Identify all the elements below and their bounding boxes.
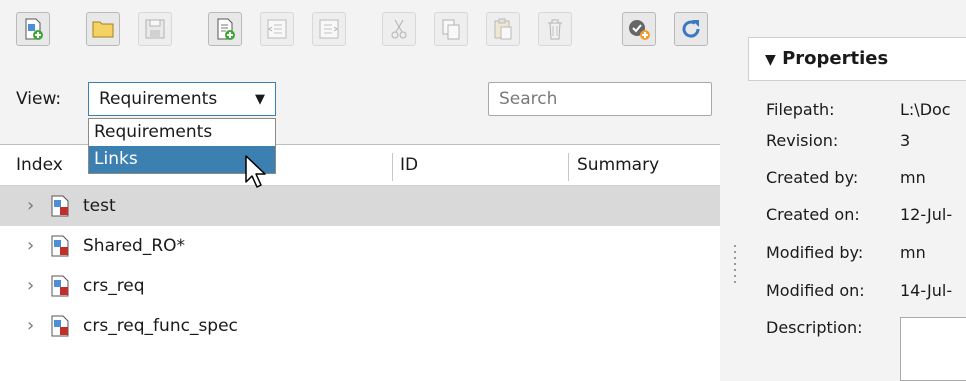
prop-value-created-on: 12-Jul- xyxy=(900,205,953,224)
prop-value-filepath: L:\Doc xyxy=(900,100,951,119)
chevron-right-icon[interactable]: › xyxy=(27,197,39,215)
description-field[interactable] xyxy=(900,317,966,381)
save-icon xyxy=(145,19,165,39)
table-row[interactable]: › crs_req xyxy=(0,266,720,306)
demote-button[interactable] xyxy=(260,12,294,46)
requirement-set-icon xyxy=(51,235,69,257)
caret-down-icon: ▼ xyxy=(255,91,265,107)
requirement-set-icon xyxy=(51,195,69,217)
row-label: crs_req_func_spec xyxy=(83,316,238,336)
open-folder-icon xyxy=(92,21,114,38)
collapse-triangle-icon[interactable]: ▼ xyxy=(765,52,776,68)
prop-label-filepath: Filepath: xyxy=(766,100,835,119)
promote-icon xyxy=(319,19,339,39)
properties-header[interactable]: ▼ Properties xyxy=(748,37,966,81)
column-header-summary[interactable]: Summary xyxy=(577,145,659,185)
new-requirement-set-icon xyxy=(25,18,43,40)
prop-label-revision: Revision: xyxy=(766,131,839,150)
column-divider[interactable] xyxy=(568,153,569,181)
prop-value-modified-on: 14-Jul- xyxy=(900,281,953,300)
column-divider[interactable] xyxy=(392,153,393,181)
save-button[interactable] xyxy=(138,12,172,46)
verify-add-icon xyxy=(629,20,650,40)
row-label: test xyxy=(83,196,116,216)
open-button[interactable] xyxy=(86,12,120,46)
view-label: View: xyxy=(16,89,62,109)
column-header-index[interactable]: Index xyxy=(16,145,63,185)
prop-label-modified-by: Modified by: xyxy=(766,243,864,262)
search-input[interactable]: Search xyxy=(488,82,712,116)
delete-button[interactable] xyxy=(538,12,572,46)
table-row[interactable]: › crs_req_func_spec xyxy=(0,306,720,346)
chevron-right-icon[interactable]: › xyxy=(27,317,39,335)
table-row[interactable]: › Shared_RO* xyxy=(0,226,720,266)
paste-icon xyxy=(494,18,512,40)
cut-button[interactable] xyxy=(382,12,416,46)
cut-icon xyxy=(391,19,407,39)
prop-label-created-on: Created on: xyxy=(766,205,860,224)
add-requirement-icon xyxy=(217,18,235,40)
pane-splitter[interactable] xyxy=(733,245,737,289)
requirement-set-icon xyxy=(51,275,69,297)
column-header-id[interactable]: ID xyxy=(400,145,418,185)
demote-icon xyxy=(267,19,287,39)
prop-value-created-by: mn xyxy=(900,168,926,187)
prop-label-modified-on: Modified on: xyxy=(766,281,865,300)
view-option-requirements[interactable]: Requirements xyxy=(89,119,275,146)
promote-button[interactable] xyxy=(312,12,346,46)
verify-add-button[interactable] xyxy=(622,12,656,46)
requirement-set-icon xyxy=(51,315,69,337)
copy-icon xyxy=(442,19,460,40)
paste-button[interactable] xyxy=(486,12,520,46)
prop-label-created-by: Created by: xyxy=(766,168,859,187)
chevron-right-icon[interactable]: › xyxy=(27,277,39,295)
prop-label-description: Description: xyxy=(766,318,863,337)
refresh-button[interactable] xyxy=(674,12,708,46)
chevron-right-icon[interactable]: › xyxy=(27,237,39,255)
prop-value-modified-by: mn xyxy=(900,243,926,262)
properties-title: ▼ Properties xyxy=(765,48,889,69)
search-placeholder: Search xyxy=(499,89,558,109)
delete-icon xyxy=(548,19,562,40)
table-row[interactable]: › test xyxy=(0,186,720,226)
row-label: crs_req xyxy=(83,276,145,296)
requirements-table: Index ID Summary › test › Shared_RO* › c… xyxy=(0,144,720,381)
add-requirement-button[interactable] xyxy=(208,12,242,46)
view-select-value: Requirements xyxy=(99,89,218,109)
prop-value-revision: 3 xyxy=(900,131,911,150)
row-label: Shared_RO* xyxy=(83,236,186,256)
refresh-icon xyxy=(682,20,700,38)
view-select[interactable]: Requirements ▼ xyxy=(88,82,276,116)
new-requirement-set-button[interactable] xyxy=(16,12,50,46)
mouse-pointer-icon xyxy=(245,155,266,188)
copy-button[interactable] xyxy=(434,12,468,46)
